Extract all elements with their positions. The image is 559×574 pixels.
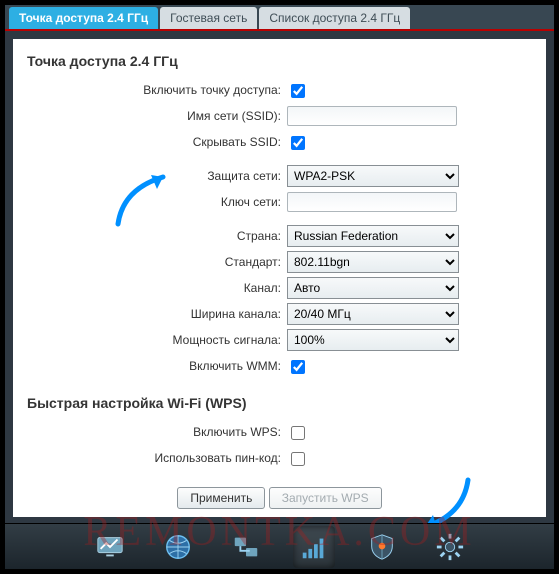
label-ssid: Имя сети (SSID): (27, 105, 287, 127)
label-country: Страна: (27, 225, 287, 247)
label-hide-ssid: Скрывать SSID: (27, 131, 287, 153)
apply-button[interactable]: Применить (177, 487, 265, 509)
label-wmm: Включить WMM: (27, 355, 287, 377)
label-channel: Канал: (27, 277, 287, 299)
checkbox-wmm[interactable] (291, 360, 305, 374)
label-standard: Стандарт: (27, 251, 287, 273)
checkbox-enable-ap[interactable] (291, 84, 305, 98)
select-security[interactable]: WPA2-PSK (287, 165, 459, 187)
checkbox-wps-enable[interactable] (291, 426, 305, 440)
label-security: Защита сети: (27, 165, 287, 187)
select-country[interactable]: Russian Federation (287, 225, 459, 247)
section-title-ap: Точка доступа 2.4 ГГц (27, 53, 532, 69)
network-icon[interactable] (223, 524, 269, 570)
select-power[interactable]: 100% (287, 329, 459, 351)
section-title-wps: Быстрая настройка Wi-Fi (WPS) (27, 395, 532, 411)
shield-icon[interactable] (359, 524, 405, 570)
label-wps-pin: Использовать пин-код: (27, 447, 287, 469)
wifi-signal-icon[interactable] (291, 524, 337, 570)
tab-access-point[interactable]: Точка доступа 2.4 ГГц (9, 7, 158, 29)
button-bar: Применить Запустить WPS (27, 487, 532, 509)
bottom-icon-bar (5, 523, 554, 569)
settings-panel: Точка доступа 2.4 ГГц Включить точку дос… (13, 39, 546, 517)
globe-icon[interactable] (155, 524, 201, 570)
select-standard[interactable]: 802.11bgn (287, 251, 459, 273)
label-key: Ключ сети: (27, 191, 287, 213)
checkbox-hide-ssid[interactable] (291, 136, 305, 150)
label-enable-ap: Включить точку доступа: (27, 79, 287, 101)
label-width: Ширина канала: (27, 303, 287, 325)
label-wps-enable: Включить WPS: (27, 421, 287, 443)
select-width[interactable]: 20/40 МГц (287, 303, 459, 325)
label-power: Мощность сигнала: (27, 329, 287, 351)
checkbox-wps-pin[interactable] (291, 452, 305, 466)
monitor-icon[interactable] (87, 524, 133, 570)
tab-guest-network[interactable]: Гостевая сеть (160, 7, 257, 29)
start-wps-button: Запустить WPS (269, 487, 382, 509)
select-channel[interactable]: Авто (287, 277, 459, 299)
tab-bar: Точка доступа 2.4 ГГц Гостевая сеть Спис… (5, 5, 554, 31)
input-ssid[interactable] (287, 106, 457, 126)
tab-access-list[interactable]: Список доступа 2.4 ГГц (259, 7, 410, 29)
input-key[interactable] (287, 192, 457, 212)
gear-icon[interactable] (427, 524, 473, 570)
